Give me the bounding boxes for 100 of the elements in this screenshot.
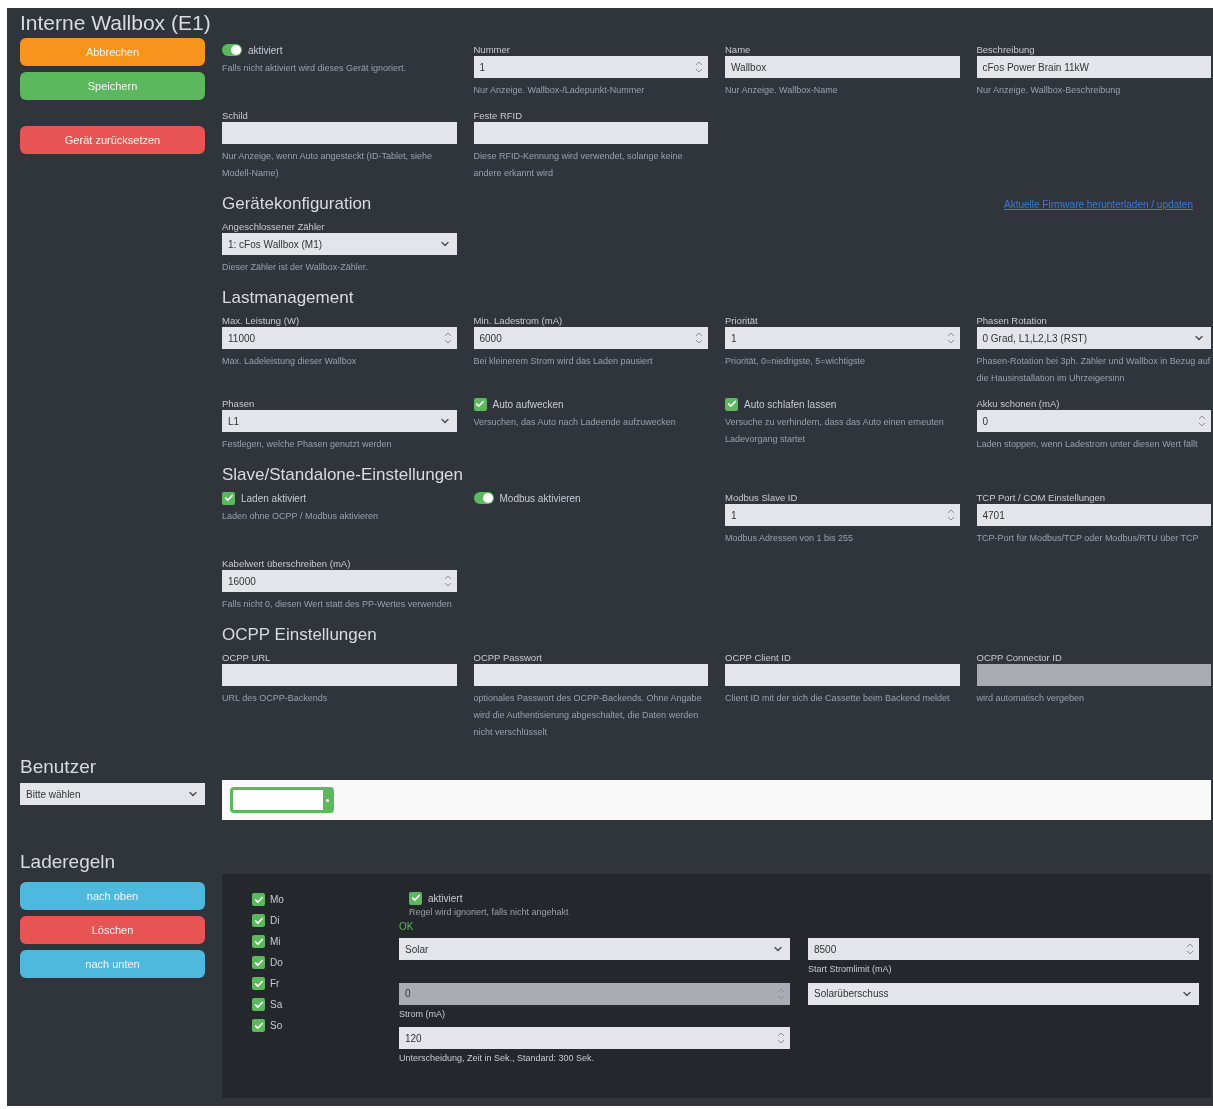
spinner-icon[interactable]	[778, 1032, 784, 1044]
help-text: Nur Anzeige, wenn Auto angesteckt (ID-Tablet, siehe Modell-Name)	[222, 150, 434, 180]
toggle-label: aktiviert	[248, 43, 283, 58]
help-text: Max. Ladeleistung dieser Wallbox	[222, 355, 358, 368]
field-label: Modbus Slave ID	[725, 492, 799, 503]
field-label: Angeschlossener Zähler	[222, 221, 326, 232]
help-text: Nur Anzeige. Wallbox-Name	[725, 84, 839, 97]
checkbox[interactable]	[252, 893, 265, 906]
input-field[interactable]: 1	[473, 56, 708, 78]
user-tag-field[interactable]	[230, 787, 334, 813]
select-field[interactable]: Solarüberschuss	[808, 982, 1199, 1005]
input-field[interactable]: 16000	[222, 570, 457, 592]
checkbox[interactable]	[252, 956, 265, 969]
toggle-label: Modbus aktivieren	[499, 491, 581, 506]
input-field[interactable]: 6000	[473, 327, 708, 349]
checkbox[interactable]	[252, 977, 265, 990]
checkbox-label: Laden aktiviert	[241, 491, 307, 506]
spinner-icon[interactable]	[696, 61, 702, 73]
spinner-icon[interactable]	[947, 332, 954, 344]
checkbox[interactable]	[725, 397, 738, 411]
checkbox[interactable]	[252, 914, 265, 927]
input-field[interactable]	[222, 122, 457, 144]
help-text: URL des OCPP-Backends	[222, 692, 329, 705]
select-field[interactable]: L1	[222, 410, 457, 432]
toggle-switch[interactable]	[222, 44, 242, 56]
checkbox[interactable]	[252, 935, 265, 948]
help-text: Falls nicht 0, diesen Wert statt des PP-Wertes verwenden	[222, 598, 453, 611]
checkbox[interactable]	[409, 891, 422, 905]
help-text: Falls nicht aktiviert wird dieses Gerät ignoriert.	[222, 62, 408, 75]
checkbox-label: Auto aufwecken	[492, 397, 564, 412]
help-text: wird automatisch vergeben	[976, 692, 1086, 705]
input-field[interactable]: 120	[399, 1027, 790, 1049]
field-label: Feste RFID	[473, 110, 524, 121]
input-field[interactable]	[222, 664, 457, 686]
select-field[interactable]: 1: cFos Wallbox (M1)	[222, 233, 457, 255]
input-field[interactable]	[473, 664, 708, 686]
field-label: OCPP Passwort	[473, 652, 543, 663]
help-text: Nur Anzeige. Wallbox-Beschreibung	[976, 84, 1122, 97]
help-text: Priorität, 0=niedrigste, 5=wichtigste	[725, 355, 867, 368]
help-text: TCP-Port für Modbus/TCP oder Modbus/RTU über TCP	[976, 532, 1200, 545]
checkbox[interactable]	[252, 1019, 265, 1032]
checkbox[interactable]	[252, 998, 265, 1011]
input-field[interactable]: 1	[725, 504, 960, 526]
input-field[interactable]: 0	[976, 410, 1211, 432]
field-label: Nummer	[473, 44, 511, 55]
input-field[interactable]: 4701	[976, 504, 1211, 526]
spinner-icon[interactable]	[1187, 943, 1193, 955]
field-label: Phasen Rotation	[976, 315, 1048, 326]
help-text: Modbus Adressen von 1 bis 255	[725, 532, 855, 545]
section-heading: Lastmanagement	[222, 287, 354, 309]
input-field[interactable]: cFos Power Brain 11kW	[976, 56, 1211, 78]
input-field[interactable]: 11000	[222, 327, 457, 349]
weekday-label: Sa	[270, 998, 283, 1012]
checkbox-label: Auto schlafen lassen	[744, 397, 837, 412]
spinner-icon[interactable]	[1199, 415, 1205, 427]
input-field[interactable]: 1	[725, 327, 960, 349]
help-text: Client ID mit der sich die Cassette beim Backend meldet	[725, 692, 951, 705]
help-text: Nur Anzeige. Wallbox-/Ladepunkt-Nummer	[473, 84, 646, 97]
section-heading: Laderegeln	[20, 850, 117, 874]
field-label: Akku schonen (mA)	[976, 398, 1061, 409]
input-field[interactable]	[473, 122, 708, 144]
field-label: OCPP URL	[222, 652, 272, 663]
weekday-label: Mi	[270, 935, 281, 949]
input-field[interactable]	[725, 664, 960, 686]
page-title: Interne Wallbox (E1)	[20, 10, 212, 36]
weekday-label: Mo	[270, 893, 284, 907]
field-label: OCPP Connector ID	[976, 652, 1063, 663]
spinner-icon[interactable]	[444, 575, 451, 587]
field-label: Phasen	[222, 398, 256, 409]
help-text: Festlegen, welche Phasen genutzt werden	[222, 438, 393, 451]
input-field[interactable]: Wallbox	[725, 56, 960, 78]
help-text: Laden stoppen, wenn Ladestrom unter diesen Wert fällt	[976, 438, 1199, 451]
checkbox[interactable]	[473, 397, 487, 411]
field-label: Max. Leistung (W)	[222, 315, 301, 326]
weekday-label: Fr	[270, 977, 280, 991]
field-label: Kabelwert überschreiben (mA)	[222, 558, 352, 569]
status-text: OK	[399, 920, 415, 934]
select-field[interactable]: Solar	[399, 938, 790, 960]
weekday-label: Do	[270, 956, 283, 970]
spinner-icon[interactable]	[947, 509, 954, 521]
help-text: Phasen-Rotation bei 3ph. Zähler und Wallbox in Bezug auf die Hausinstallation im Uhrzeigersinn	[976, 355, 1211, 385]
input-field[interactable]: 8500	[808, 938, 1199, 960]
weekday-label: So	[270, 1019, 283, 1033]
section-heading: OCPP Einstellungen	[222, 624, 377, 646]
help-text: Regel wird ignoriert, falls nicht angehakt	[408, 906, 570, 919]
field-label: Priorität	[725, 315, 759, 326]
weekday-label: Di	[270, 914, 280, 928]
section-heading: Benutzer	[20, 755, 98, 779]
help-text: Laden ohne OCPP / Modbus aktivieren	[222, 510, 379, 523]
field-label: Schild	[222, 110, 249, 121]
spinner-icon[interactable]	[696, 332, 702, 344]
field-label: OCPP Client ID	[725, 652, 792, 663]
toggle-switch[interactable]	[473, 492, 494, 504]
section-heading: Gerätekonfiguration	[222, 193, 372, 215]
help-text: Unterscheidung, Zeit in Sek., Standard: 300 Sek.	[399, 1052, 596, 1065]
spinner-icon[interactable]	[444, 332, 451, 344]
checkbox[interactable]	[222, 491, 235, 505]
user-select[interactable]: Bitte wählen	[20, 783, 205, 805]
select-field[interactable]: 0 Grad, L1,L2,L3 (RST)	[976, 327, 1211, 349]
help-text: Versuche zu verhindern, dass das Auto einen erneuten Ladevorgang startet	[725, 416, 945, 446]
